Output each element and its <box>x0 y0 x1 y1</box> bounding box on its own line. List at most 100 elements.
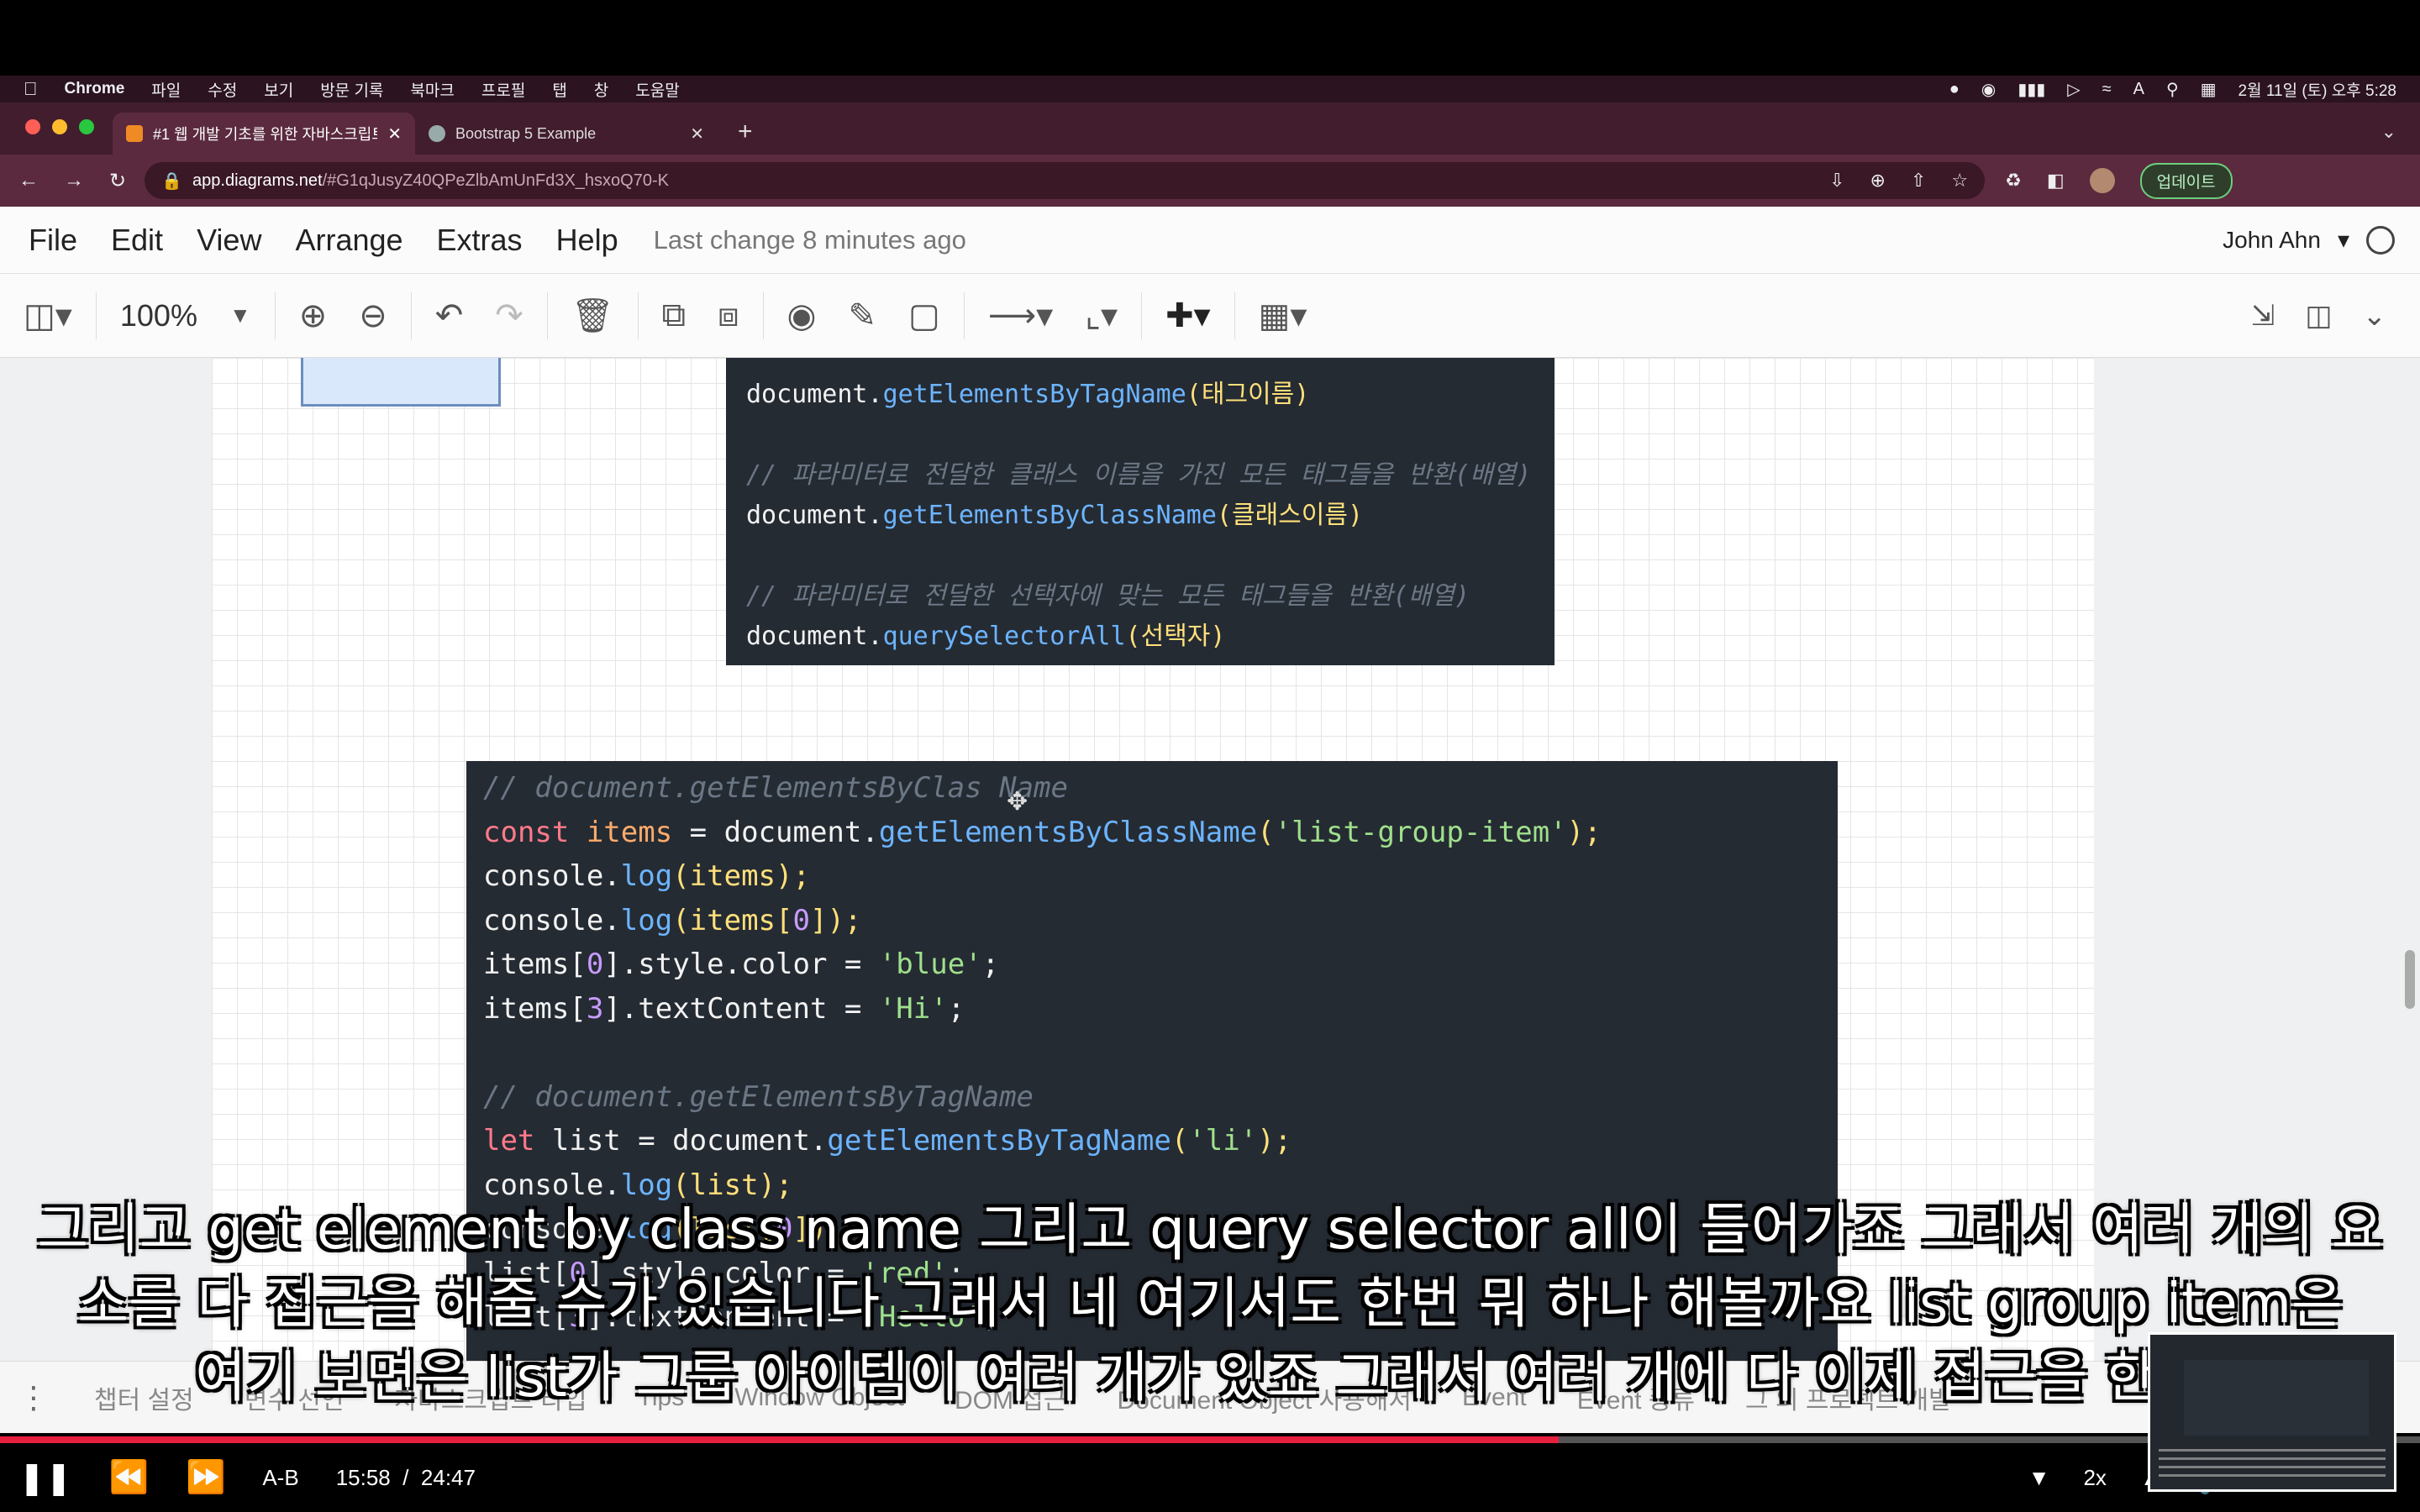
menu-item-bookmarks[interactable]: 북마크 <box>410 78 454 101</box>
drawio-favicon-icon <box>126 125 143 142</box>
user-name[interactable]: John Ahn <box>2223 227 2321 254</box>
code-comment: // 파라미터로 전달한 클래스 이름을 가진 모든 태그들을 반환(배열) <box>746 460 1532 490</box>
to-back-icon[interactable]: ⧈ <box>718 297 739 334</box>
menubar-datetime[interactable]: 2월 11일 (토) 오후 5:28 <box>2238 78 2396 101</box>
subtitle-line: 그리고 get element by class name 그리고 query … <box>37 1197 2383 1262</box>
drawio-menu-extras[interactable]: Extras <box>437 223 523 258</box>
collapse-chevron-icon[interactable]: ⌄ <box>2363 299 2387 333</box>
menu-item-history[interactable]: 방문 기록 <box>320 78 383 101</box>
menu-item-tab[interactable]: 탭 <box>552 78 566 101</box>
code-line: console.log(items[0]); <box>483 903 862 937</box>
drawio-menu-arrange[interactable]: Arrange <box>295 223 402 258</box>
drawio-menu-edit[interactable]: Edit <box>111 223 163 258</box>
menu-app-name[interactable]: Chrome <box>65 80 125 98</box>
menu-item-profiles[interactable]: 프로필 <box>481 78 525 101</box>
close-window-button[interactable] <box>25 119 40 134</box>
forward-icon[interactable]: → <box>64 169 84 193</box>
record-icon[interactable]: ● <box>1949 80 1960 99</box>
playback-speed[interactable]: 2x <box>2083 1465 2106 1491</box>
code-line: console.log(items); <box>483 859 810 893</box>
menu-item-edit[interactable]: 수정 <box>208 78 237 101</box>
tab-search-chevron-icon[interactable]: ⌄ <box>2358 121 2420 155</box>
update-button[interactable]: 업데이트 <box>2139 162 2233 199</box>
menu-item-help[interactable]: 도움말 <box>635 78 679 101</box>
bookmark-star-icon[interactable]: ☆ <box>1951 170 1968 192</box>
browser-tab-active[interactable]: #1 웹 개발 기초를 위한 자바스크립트 ✕ <box>113 113 415 155</box>
delete-icon[interactable]: 🗑 <box>571 296 614 335</box>
browser-tab[interactable]: Bootstrap 5 Example ✕ <box>415 113 718 155</box>
connection-icon[interactable]: ⟶▾ <box>988 297 1053 335</box>
waypoints-icon[interactable]: ⌞▾ <box>1085 297 1118 335</box>
zoom-level[interactable]: 100% <box>120 298 197 333</box>
extensions-icon[interactable]: ♻ <box>2005 170 2022 192</box>
wifi-icon[interactable]: ≈ <box>2102 80 2112 99</box>
fullscreen-exit-icon[interactable]: ⇲ <box>2251 299 2275 333</box>
zoom-out-icon[interactable]: ⊖ <box>359 297 387 335</box>
lock-icon[interactable]: 🔒 <box>161 171 182 192</box>
drawio-menu-help[interactable]: Help <box>556 223 618 258</box>
to-front-icon[interactable]: ⧉ <box>662 297 687 334</box>
zoom-in-icon[interactable]: ⊕ <box>299 297 328 335</box>
ab-repeat-button[interactable]: A-B <box>262 1465 298 1491</box>
subtitle-line: 소를 다 접근을 해줄 수가 있습니다 그래서 네 여기서도 한번 뭐 하나 해… <box>77 1271 2343 1336</box>
table-icon[interactable]: ▦▾ <box>1259 297 1307 335</box>
side-panel-icon[interactable]: ◧ <box>2047 170 2065 192</box>
menu-item-file[interactable]: 파일 <box>151 78 181 101</box>
macos-menubar:  Chrome 파일 수정 보기 방문 기록 북마크 프로필 탭 창 도움말 … <box>0 76 2420 102</box>
tab-title: Bootstrap 5 Example <box>455 124 597 142</box>
code-comment: // document.getElementsByTagName <box>483 1079 1034 1114</box>
format-panel-toggle-icon[interactable]: ◫ <box>2305 299 2332 333</box>
spotlight-search-icon[interactable]: ⚲ <box>2166 79 2179 100</box>
window-controls <box>0 119 113 155</box>
zoom-icon[interactable]: ⊕ <box>1870 170 1886 192</box>
video-controls: ❚❚ ⏪ ⏩ A-B 15:58 / 24:47 ▼ 2x ▲ 🔊 <box>0 1443 2420 1512</box>
pause-icon[interactable]: ❚❚ <box>18 1459 72 1497</box>
input-source-icon[interactable]: A <box>2133 80 2144 99</box>
url-host: app.diagrams.net <box>192 171 323 190</box>
address-bar[interactable]: 🔒 app.diagrams.net/#G1qJusyZ40QPeZlbAmUn… <box>145 162 1986 199</box>
video-progress-bar[interactable] <box>0 1436 2420 1443</box>
fill-color-icon[interactable]: ◉ <box>787 297 817 335</box>
drawio-menu-view[interactable]: View <box>197 223 261 258</box>
close-tab-icon[interactable]: ✕ <box>387 123 402 144</box>
apple-icon[interactable]:  <box>24 78 38 100</box>
profile-avatar[interactable] <box>2089 168 2115 193</box>
zoom-window-button[interactable] <box>79 119 94 134</box>
new-tab-icon[interactable]: + <box>718 118 773 155</box>
battery-icon[interactable]: ▮▮▮ <box>2018 79 2045 100</box>
theme-sun-icon[interactable] <box>2366 225 2395 255</box>
chevron-down-icon[interactable]: ▾ <box>2338 226 2349 254</box>
shadow-icon[interactable]: ▢ <box>908 297 940 335</box>
code-line: const items = document.getElementsByClas… <box>483 815 1602 849</box>
menu-item-window[interactable]: 창 <box>594 78 608 101</box>
last-change-status[interactable]: Last change 8 minutes ago <box>654 225 966 255</box>
redo-icon[interactable]: ↷ <box>495 297 523 335</box>
undo-icon[interactable]: ↶ <box>435 297 464 335</box>
code-comment: // 파라미터로 전달한 선택자에 맞는 모든 태그들을 반환(배열) <box>746 581 1470 611</box>
reload-icon[interactable]: ↻ <box>109 169 126 193</box>
play-icon[interactable]: ▷ <box>2067 79 2080 100</box>
speed-down-icon[interactable]: ▼ <box>2028 1465 2050 1491</box>
rewind-icon[interactable]: ⏪ <box>109 1459 149 1496</box>
drawio-menu-file[interactable]: File <box>29 223 77 258</box>
vertical-scrollbar[interactable] <box>2405 950 2415 1009</box>
format-panel-icon[interactable]: ◫▾ <box>24 297 72 335</box>
diagram-shape[interactable] <box>301 358 501 407</box>
drawio-menubar: File Edit View Arrange Extras Help Last … <box>0 207 2420 274</box>
time-separator: / <box>402 1464 409 1490</box>
menu-item-view[interactable]: 보기 <box>264 78 293 101</box>
share-icon[interactable]: ⇧ <box>1911 170 1926 192</box>
control-center-icon[interactable]: ▦ <box>2201 79 2217 100</box>
grammarly-icon[interactable]: ◉ <box>1981 79 1996 100</box>
code-image-selectors[interactable]: document.getElementsByTagName(태그이름) // 파라… <box>726 358 1555 665</box>
code-comment: // document.getElementsByClas Name <box>483 771 1068 805</box>
line-color-icon[interactable]: ✎ <box>848 297 876 335</box>
install-app-icon[interactable]: ⇩ <box>1829 170 1844 192</box>
fast-forward-icon[interactable]: ⏩ <box>186 1459 225 1496</box>
move-cursor-icon: ✥ <box>1007 788 1028 816</box>
back-icon[interactable]: ← <box>18 169 39 193</box>
chevron-down-icon[interactable]: ▼ <box>229 302 251 328</box>
close-tab-icon[interactable]: ✕ <box>690 123 704 144</box>
insert-plus-icon[interactable]: ✚▾ <box>1165 297 1211 335</box>
minimize-window-button[interactable] <box>52 119 67 134</box>
